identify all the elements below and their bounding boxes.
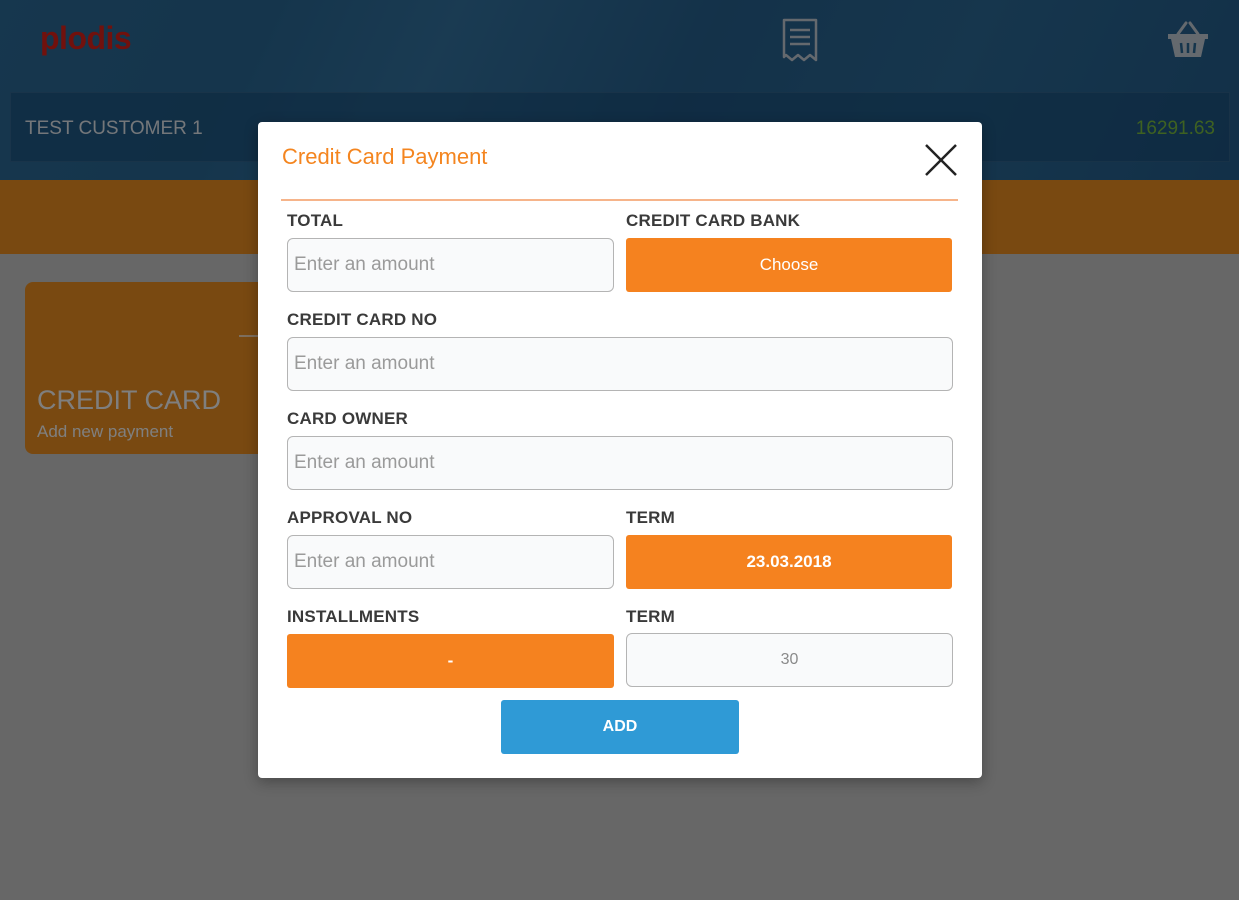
card-owner-label: CARD OWNER	[287, 409, 408, 428]
approval-no-label: APPROVAL NO	[287, 508, 413, 527]
close-icon[interactable]	[923, 142, 959, 178]
add-button[interactable]: ADD	[501, 700, 739, 754]
term-days-value: 30	[626, 633, 953, 687]
term-days-label: TERM	[626, 607, 675, 626]
credit-card-bank-select[interactable]: Choose	[626, 238, 952, 292]
term-date-picker[interactable]: 23.03.2018	[626, 535, 952, 589]
credit-card-payment-dialog: Credit Card Payment TOTAL CREDIT CARD BA…	[258, 122, 982, 778]
card-owner-input[interactable]	[287, 436, 953, 490]
credit-card-no-label: CREDIT CARD NO	[287, 310, 438, 329]
title-divider	[281, 199, 958, 201]
total-label: TOTAL	[287, 211, 344, 230]
installments-label: INSTALLMENTS	[287, 607, 420, 626]
approval-no-input[interactable]	[287, 535, 614, 589]
total-input[interactable]	[287, 238, 614, 292]
credit-card-no-input[interactable]	[287, 337, 953, 391]
credit-card-bank-label: CREDIT CARD BANK	[626, 211, 801, 230]
dialog-title: Credit Card Payment	[282, 144, 488, 169]
installments-select[interactable]: -	[287, 634, 614, 688]
term-date-label: TERM	[626, 508, 675, 527]
